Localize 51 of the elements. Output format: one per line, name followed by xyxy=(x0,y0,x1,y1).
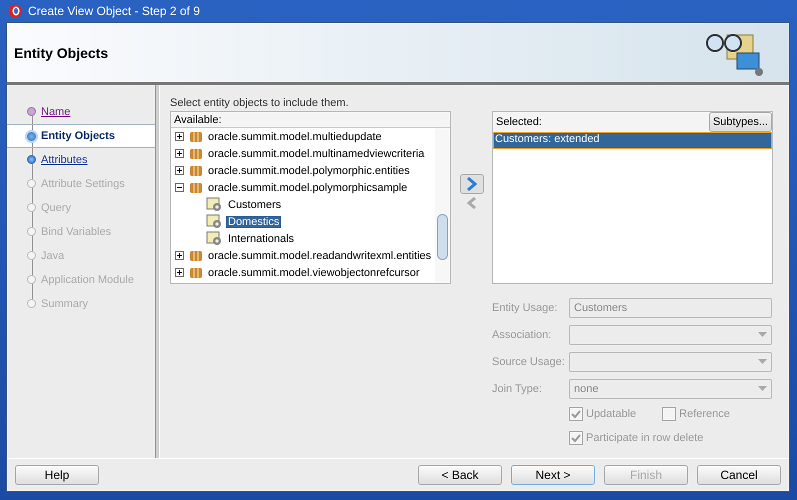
tree-item[interactable]: oracle.summit.model.multinamedviewcriteria xyxy=(206,148,426,160)
expander-icon[interactable] xyxy=(175,183,184,192)
tree-item[interactable]: oracle.summit.model.readandwritexml.entities xyxy=(206,250,434,262)
dropdown-arrow-icon xyxy=(758,332,767,337)
package-icon xyxy=(189,181,203,194)
dialog-button[interactable]: Help xyxy=(15,465,99,485)
tree-item[interactable]: Domestics xyxy=(226,216,282,228)
dropdown-arrow-icon xyxy=(758,386,767,391)
package-icon xyxy=(189,266,203,279)
tree-item[interactable]: oracle.summit.model.viewobjectonrefcursor xyxy=(206,266,422,278)
subtypes-button[interactable]: Subtypes... xyxy=(708,112,772,132)
tree-item[interactable]: Customers xyxy=(226,198,284,210)
entity-gear-icon xyxy=(206,231,223,246)
expander-icon[interactable] xyxy=(175,251,184,260)
scrollbar[interactable] xyxy=(435,128,450,283)
instruction-text: Select entity objects to include them. xyxy=(170,97,350,109)
expander-icon[interactable] xyxy=(175,166,184,175)
page-title: Entity Objects xyxy=(14,44,108,60)
expander-icon[interactable] xyxy=(175,149,184,158)
expander-icon[interactable] xyxy=(175,268,184,277)
wizard-step[interactable]: Attributes xyxy=(7,148,156,172)
dropdown-arrow-icon xyxy=(758,359,767,364)
package-icon xyxy=(189,249,203,262)
tree-item[interactable]: oracle.summit.model.polymorphic.entities xyxy=(206,164,412,176)
entity-gear-icon xyxy=(206,214,223,229)
checkmark-icon xyxy=(571,434,581,442)
field-label: Entity Usage: xyxy=(492,302,558,314)
field-label: Join Type: xyxy=(492,382,543,394)
add-button[interactable] xyxy=(460,174,484,194)
package-icon xyxy=(189,130,203,143)
dialog-button[interactable]: Cancel xyxy=(697,465,781,485)
wizard-step[interactable]: Entity Objects xyxy=(7,124,156,148)
package-icon xyxy=(189,147,203,160)
window-title: Create View Object - Step 2 of 9 xyxy=(28,4,200,18)
list-header: Available: xyxy=(171,112,450,128)
app-logo-icon xyxy=(8,4,22,18)
tree-item[interactable]: oracle.summit.model.polymorphicsample xyxy=(206,182,410,194)
dialog-button[interactable]: Next > xyxy=(511,465,595,485)
tree-item[interactable]: Internationals xyxy=(226,232,296,244)
tree-item[interactable]: oracle.summit.model.multiedupdate xyxy=(206,130,384,142)
list-header: Selected: xyxy=(496,116,542,128)
dialog-button[interactable]: < Back xyxy=(418,465,502,485)
wizard-step[interactable]: Name xyxy=(7,100,156,124)
package-icon xyxy=(189,164,203,177)
checkmark-icon xyxy=(571,410,581,418)
field-label: Association: xyxy=(492,328,552,340)
field-label: Source Usage: xyxy=(492,356,566,368)
expander-icon[interactable] xyxy=(175,132,184,141)
chevron-right-icon xyxy=(466,177,478,191)
list-item[interactable]: Customers: extended xyxy=(493,132,772,149)
entity-gear-icon xyxy=(206,197,223,212)
